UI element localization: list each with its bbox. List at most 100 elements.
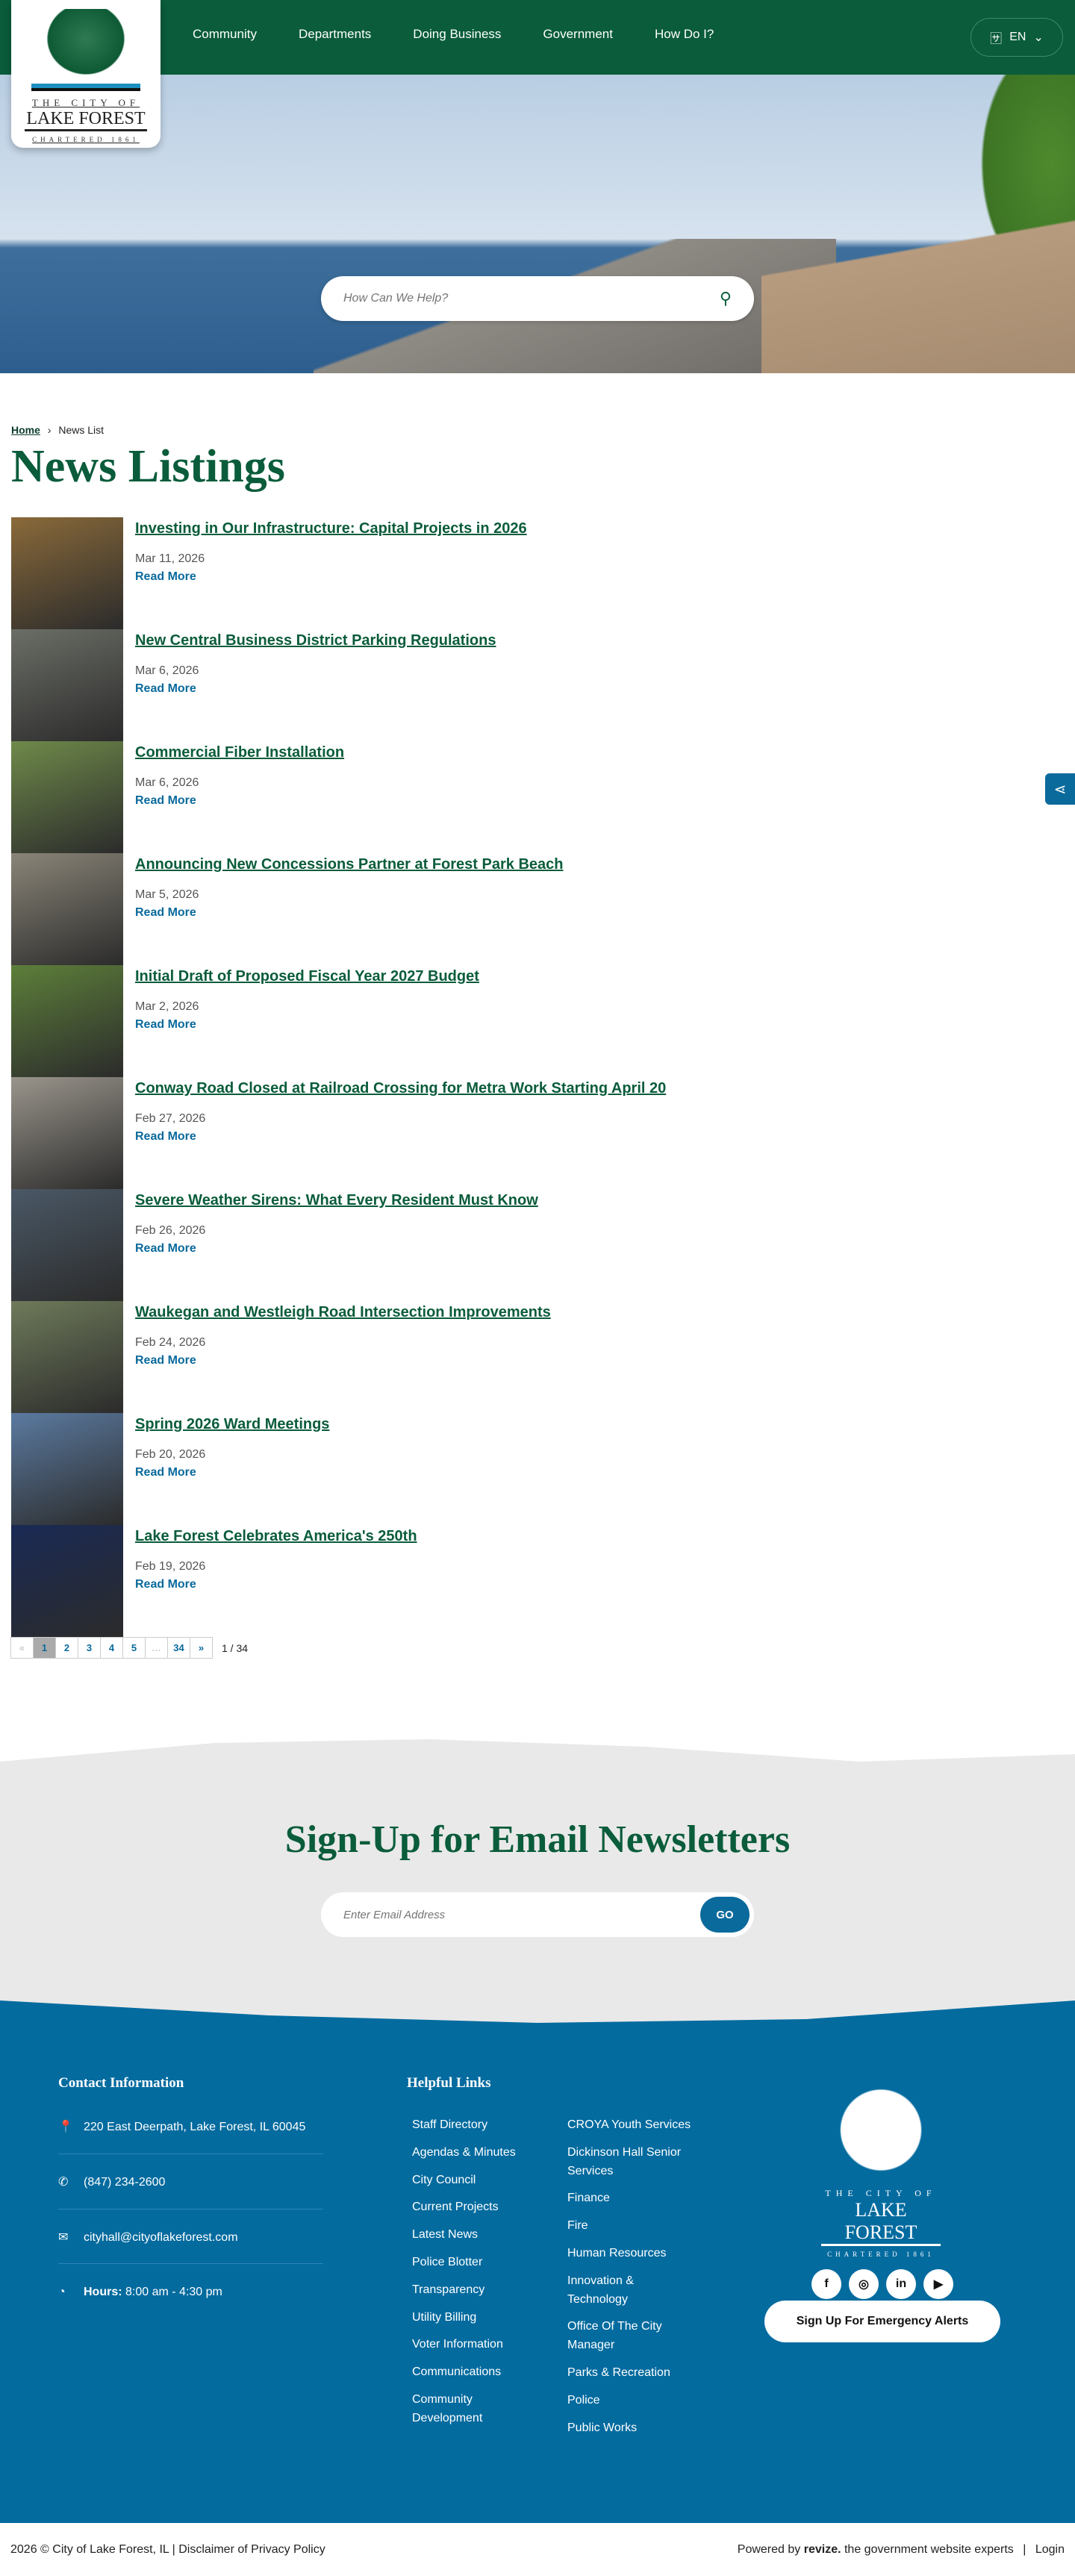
news-title-link[interactable]: Announcing New Concessions Partner at Fo… — [135, 856, 563, 873]
breadcrumb-home[interactable]: Home — [11, 424, 40, 436]
news-item: Announcing New Concessions Partner at Fo… — [11, 853, 758, 965]
nav-community[interactable]: Community — [193, 27, 257, 42]
footer-link[interactable]: Communications — [412, 2363, 539, 2382]
helpful-links-col2: CROYA Youth Services Dickinson Hall Senio… — [567, 2116, 694, 2446]
read-more-link[interactable]: Read More — [135, 1130, 666, 1144]
news-thumbnail[interactable] — [11, 965, 123, 1077]
news-thumbnail[interactable] — [11, 1077, 123, 1189]
footer-link[interactable]: Innovation & Technology — [567, 2272, 694, 2310]
news-item: Initial Draft of Proposed Fiscal Year 20… — [11, 965, 758, 1077]
share-button[interactable]: ⋖ — [1045, 773, 1075, 805]
news-title-link[interactable]: Initial Draft of Proposed Fiscal Year 20… — [135, 968, 479, 985]
city-logo[interactable]: THE CITY OF LAKE FOREST CHARTERED 1861 — [11, 0, 161, 148]
news-thumbnail[interactable] — [11, 1301, 123, 1413]
read-more-link[interactable]: Read More — [135, 794, 344, 808]
phone-link[interactable]: (847) 234-2600 — [84, 2174, 165, 2192]
read-more-link[interactable]: Read More — [135, 682, 496, 696]
revize-link[interactable]: revize. — [804, 2543, 841, 2556]
news-title-link[interactable]: Severe Weather Sirens: What Every Reside… — [135, 1192, 538, 1209]
read-more-link[interactable]: Read More — [135, 1354, 551, 1367]
pagination-page[interactable]: 34 — [167, 1637, 190, 1659]
news-title-link[interactable]: New Central Business District Parking Re… — [135, 632, 496, 649]
search-icon[interactable]: ⚲ — [720, 289, 732, 308]
nav-government[interactable]: Government — [543, 27, 613, 42]
emergency-alerts-button[interactable]: Sign Up For Emergency Alerts — [764, 2301, 1000, 2342]
footer-link[interactable]: Finance — [567, 2189, 694, 2208]
footer-link[interactable]: Parks & Recreation — [567, 2364, 694, 2383]
footer-link[interactable]: Community Development — [412, 2391, 539, 2428]
tree-logo-icon — [37, 9, 134, 84]
email-input[interactable] — [343, 1908, 700, 1921]
news-title-link[interactable]: Spring 2026 Ward Meetings — [135, 1416, 329, 1433]
news-list: Investing in Our Infrastructure: Capital… — [11, 517, 758, 1637]
copyright[interactable]: 2026 © City of Lake Forest, IL | Disclai… — [10, 2543, 325, 2557]
news-title-link[interactable]: Investing in Our Infrastructure: Capital… — [135, 520, 527, 537]
nav-how-do-i[interactable]: How Do I? — [655, 27, 714, 42]
separator: | — [1023, 2542, 1026, 2556]
news-title-link[interactable]: Conway Road Closed at Railroad Crossing … — [135, 1080, 666, 1097]
footer-link[interactable]: Latest News — [412, 2226, 539, 2245]
news-date: Feb 26, 2026 — [135, 1224, 206, 1237]
login-link[interactable]: Login — [1035, 2543, 1065, 2556]
footer-link[interactable]: CROYA Youth Services — [567, 2116, 694, 2135]
helpful-links-col1: Staff Directory Agendas & Minutes City Cou… — [412, 2116, 539, 2437]
read-more-link[interactable]: Read More — [135, 1242, 538, 1256]
footer-link[interactable]: Fire — [567, 2217, 694, 2236]
footer-link[interactable]: Police Blotter — [412, 2254, 539, 2272]
news-title-link[interactable]: Lake Forest Celebrates America's 250th — [135, 1528, 417, 1545]
language-code: EN — [1009, 31, 1026, 43]
read-more-link[interactable]: Read More — [135, 906, 563, 920]
news-date: Mar 2, 2026 — [135, 1000, 199, 1013]
footer-link[interactable]: Transparency — [412, 2281, 539, 2300]
nav-doing-business[interactable]: Doing Business — [413, 27, 501, 42]
pagination-ellipsis: … — [145, 1637, 168, 1659]
pagination-page[interactable]: 2 — [55, 1637, 78, 1659]
nav-departments[interactable]: Departments — [299, 27, 371, 42]
breadcrumb: Home › News List — [11, 424, 104, 436]
news-date: Mar 11, 2026 — [135, 552, 205, 565]
read-more-link[interactable]: Read More — [135, 1466, 329, 1479]
pagination-page[interactable]: 4 — [100, 1637, 123, 1659]
newsletter-go-button[interactable]: GO — [700, 1897, 750, 1933]
instagram-icon[interactable]: ◎ — [849, 2269, 879, 2299]
footer-link[interactable]: Office Of The City Manager — [567, 2318, 694, 2355]
news-thumbnail[interactable] — [11, 741, 123, 853]
read-more-link[interactable]: Read More — [135, 570, 527, 584]
language-selector[interactable]: 🈂 EN ⌄ — [970, 18, 1063, 57]
news-thumbnail[interactable] — [11, 629, 123, 741]
news-thumbnail[interactable] — [11, 517, 123, 629]
share-icon: ⋖ — [1053, 781, 1067, 798]
pagination-page[interactable]: 5 — [122, 1637, 146, 1659]
footer-link[interactable]: Staff Directory — [412, 2116, 539, 2135]
footer-link[interactable]: Human Resources — [567, 2245, 694, 2263]
news-item: Severe Weather Sirens: What Every Reside… — [11, 1189, 758, 1301]
pagination-prev[interactable]: « — [10, 1637, 34, 1659]
footer-logo-line1: THE CITY OF — [825, 2188, 937, 2198]
news-thumbnail[interactable] — [11, 1189, 123, 1301]
footer-link[interactable]: Dickinson Hall Senior Services — [567, 2144, 694, 2181]
linkedin-icon[interactable]: in — [886, 2269, 916, 2299]
pagination-page[interactable]: 1 — [33, 1637, 56, 1659]
search-input[interactable] — [343, 292, 720, 305]
footer-link[interactable]: Voter Information — [412, 2336, 539, 2354]
pagination-page[interactable]: 3 — [78, 1637, 101, 1659]
youtube-icon[interactable]: ▶ — [923, 2269, 953, 2299]
news-title-link[interactable]: Commercial Fiber Installation — [135, 744, 344, 761]
email-link[interactable]: cityhall@cityoflakeforest.com — [84, 2229, 238, 2248]
pagination-next[interactable]: » — [190, 1637, 213, 1659]
footer-link[interactable]: Public Works — [567, 2419, 694, 2438]
news-title-link[interactable]: Waukegan and Westleigh Road Intersection… — [135, 1304, 551, 1321]
facebook-icon[interactable]: f — [811, 2269, 841, 2299]
read-more-link[interactable]: Read More — [135, 1578, 417, 1591]
footer-link[interactable]: Current Projects — [412, 2198, 539, 2217]
footer-link[interactable]: Utility Billing — [412, 2309, 539, 2327]
news-thumbnail[interactable] — [11, 1525, 123, 1637]
news-date: Mar 6, 2026 — [135, 776, 199, 789]
news-thumbnail[interactable] — [11, 853, 123, 965]
newsletter-section: Sign-Up for Email Newsletters GO — [0, 1739, 1075, 2023]
footer-link[interactable]: Police — [567, 2392, 694, 2410]
read-more-link[interactable]: Read More — [135, 1018, 479, 1032]
news-thumbnail[interactable] — [11, 1413, 123, 1525]
footer-link[interactable]: Agendas & Minutes — [412, 2144, 539, 2162]
footer-link[interactable]: City Council — [412, 2171, 539, 2190]
